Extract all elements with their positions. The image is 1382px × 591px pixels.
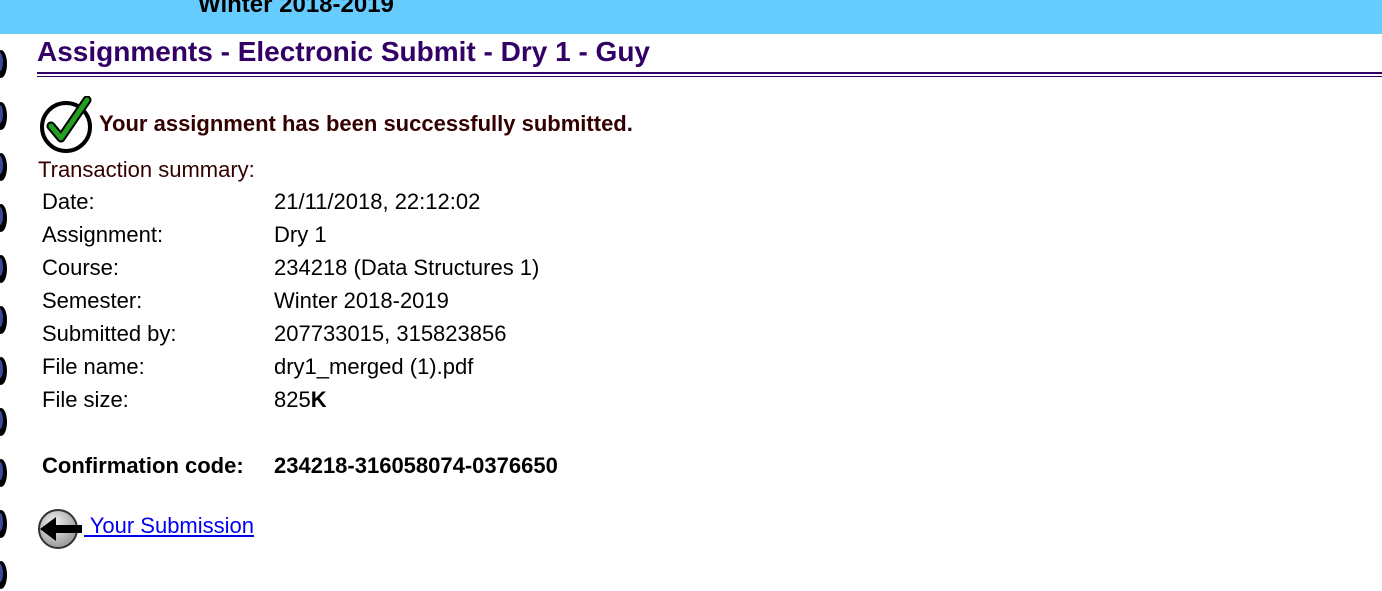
top-banner: Winter 2018-2019 [0,0,1382,34]
transaction-summary-label: Transaction summary: [38,157,255,182]
confirmation-code-value: 234218-316058074-0376650 [274,453,558,478]
row-key: File size: [42,387,129,412]
row-key: Semester: [42,288,143,313]
banner-semester-text: Winter 2018-2019 [198,0,394,18]
page-title: Assignments - Electronic Submit - Dry 1 … [37,36,651,67]
file-size-value: 825K [274,387,327,413]
row-value: 234218 (Data Structures 1) [274,255,540,280]
title-divider-secondary [37,76,1382,77]
row-value: Winter 2018-2019 [274,288,449,313]
row-key: Course: [42,255,120,280]
check-circle-icon [40,96,92,153]
confirmation-code-label: Confirmation code: [42,453,244,478]
row-key: File name: [42,354,145,379]
row-key: Submitted by: [42,321,177,346]
row-value: dry1_merged (1).pdf [274,354,474,379]
file-size-unit: K [310,387,327,412]
title-divider [37,72,1382,74]
file-size-number: 825 [274,387,311,412]
your-submission-label[interactable]: Your Submission [84,513,254,539]
row-value: 21/11/2018, 22:12:02 [274,189,481,214]
spiral-binding-icon [0,50,7,589]
page: Winter 2018-2019 Assignments - Electroni… [0,0,1382,591]
row-key: Date: [42,189,95,214]
row-value: Dry 1 [274,222,327,247]
back-arrow-icon[interactable] [36,508,86,550]
success-message: Your assignment has been successfully su… [99,111,633,136]
row-key: Assignment: [42,222,164,247]
row-value: 207733015, 315823856 [274,321,507,346]
confirmation-code-row: Confirmation code: 234218-316058074-0376… [42,453,558,479]
